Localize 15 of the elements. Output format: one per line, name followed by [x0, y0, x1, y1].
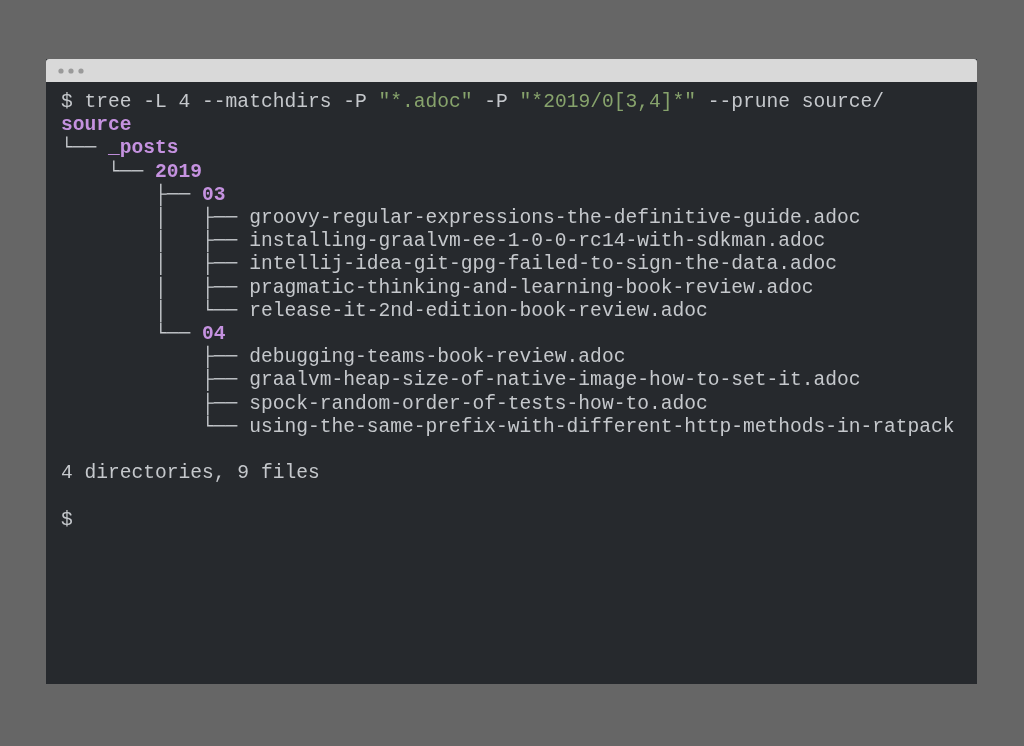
terminal-line: $	[61, 508, 73, 532]
terminal-line: ├── graalvm-heap-size-of-native-image-how-to-set-it.adoc	[201, 369, 861, 393]
terminal-line: │ ├── intellij-idea-git-gpg-failed-to-sign-the-data.adoc	[154, 253, 838, 277]
terminal-line: ├── spock-random-order-of-tests-how-to.adoc	[201, 392, 708, 416]
terminal-line: source	[61, 114, 132, 137]
window-dots-icon	[58, 67, 84, 74]
terminal-line: └── using-the-same-prefix-with-different-http-methods-in-ratpack	[201, 415, 955, 440]
terminal-line: $ tree -L 4 --matchdirs -P "*.adoc" -P "*2019/0[3,4]*" --prune source/	[61, 91, 885, 115]
terminal-line: 4 directories, 9 files	[61, 462, 320, 486]
terminal-line: │ └── release-it-2nd-edition-book-review.adoc	[154, 299, 708, 323]
terminal-line: └── 04	[154, 323, 226, 346]
terminal-line: └── 2019	[107, 160, 203, 183]
terminal-line: ├── 03	[154, 183, 226, 207]
terminal-line: └── _posts	[61, 137, 179, 160]
terminal-line: │ ├── pragmatic-thinking-and-learning-book-review.adoc	[154, 276, 814, 300]
